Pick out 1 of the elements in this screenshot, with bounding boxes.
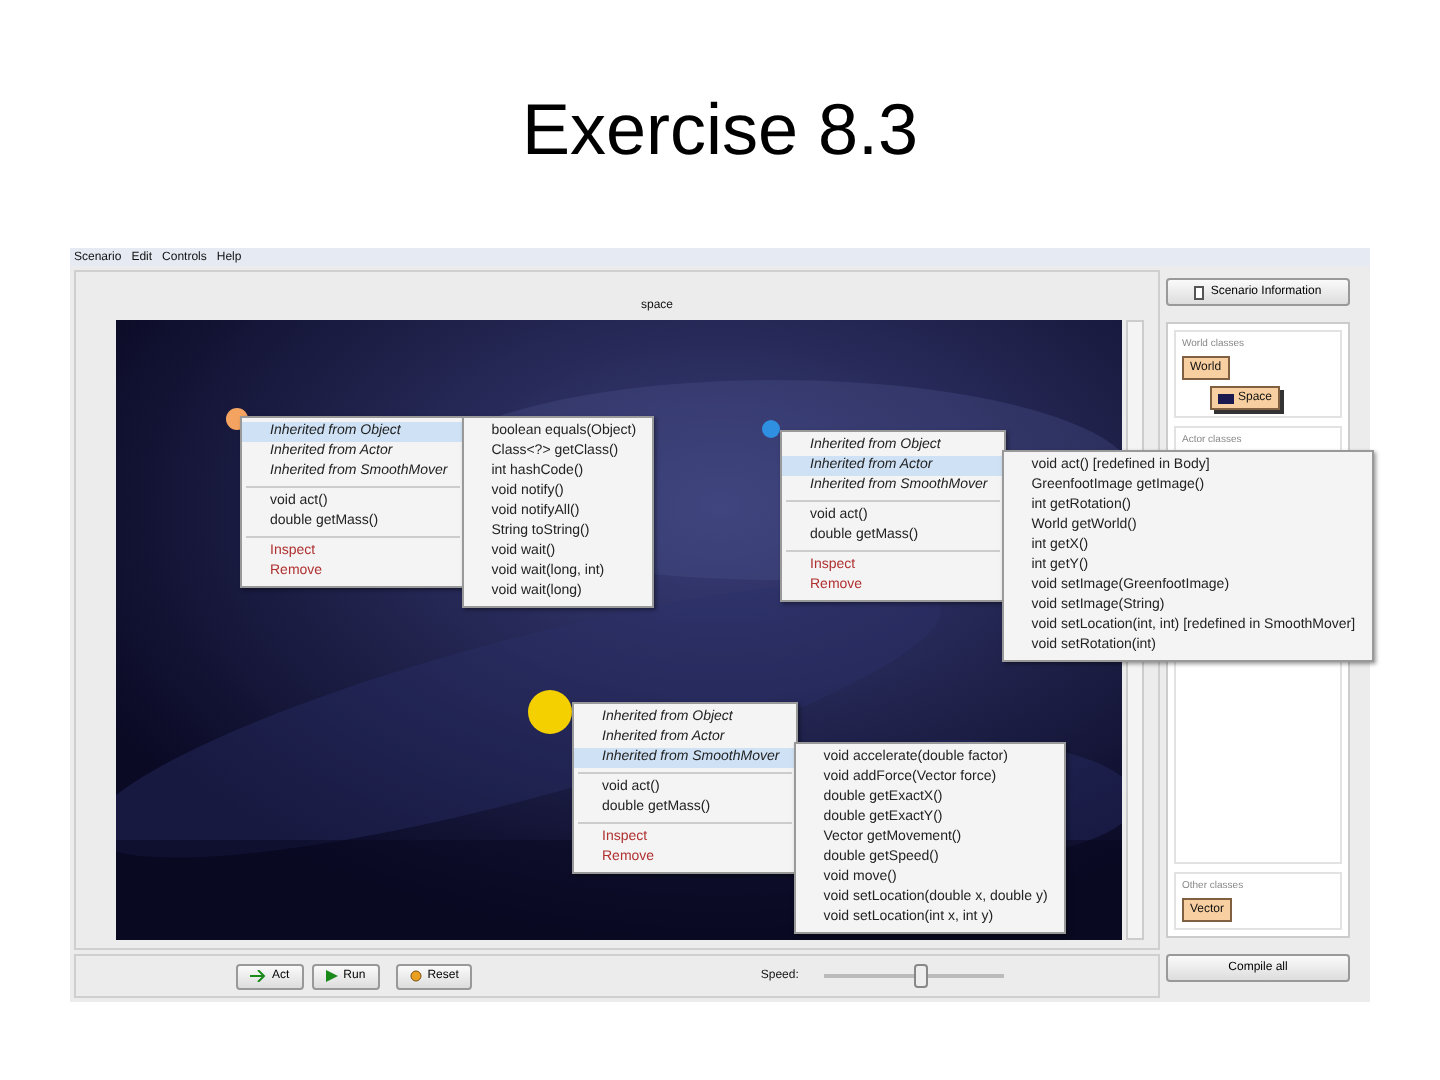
slide-title: Exercise 8.3 — [521, 88, 919, 174]
